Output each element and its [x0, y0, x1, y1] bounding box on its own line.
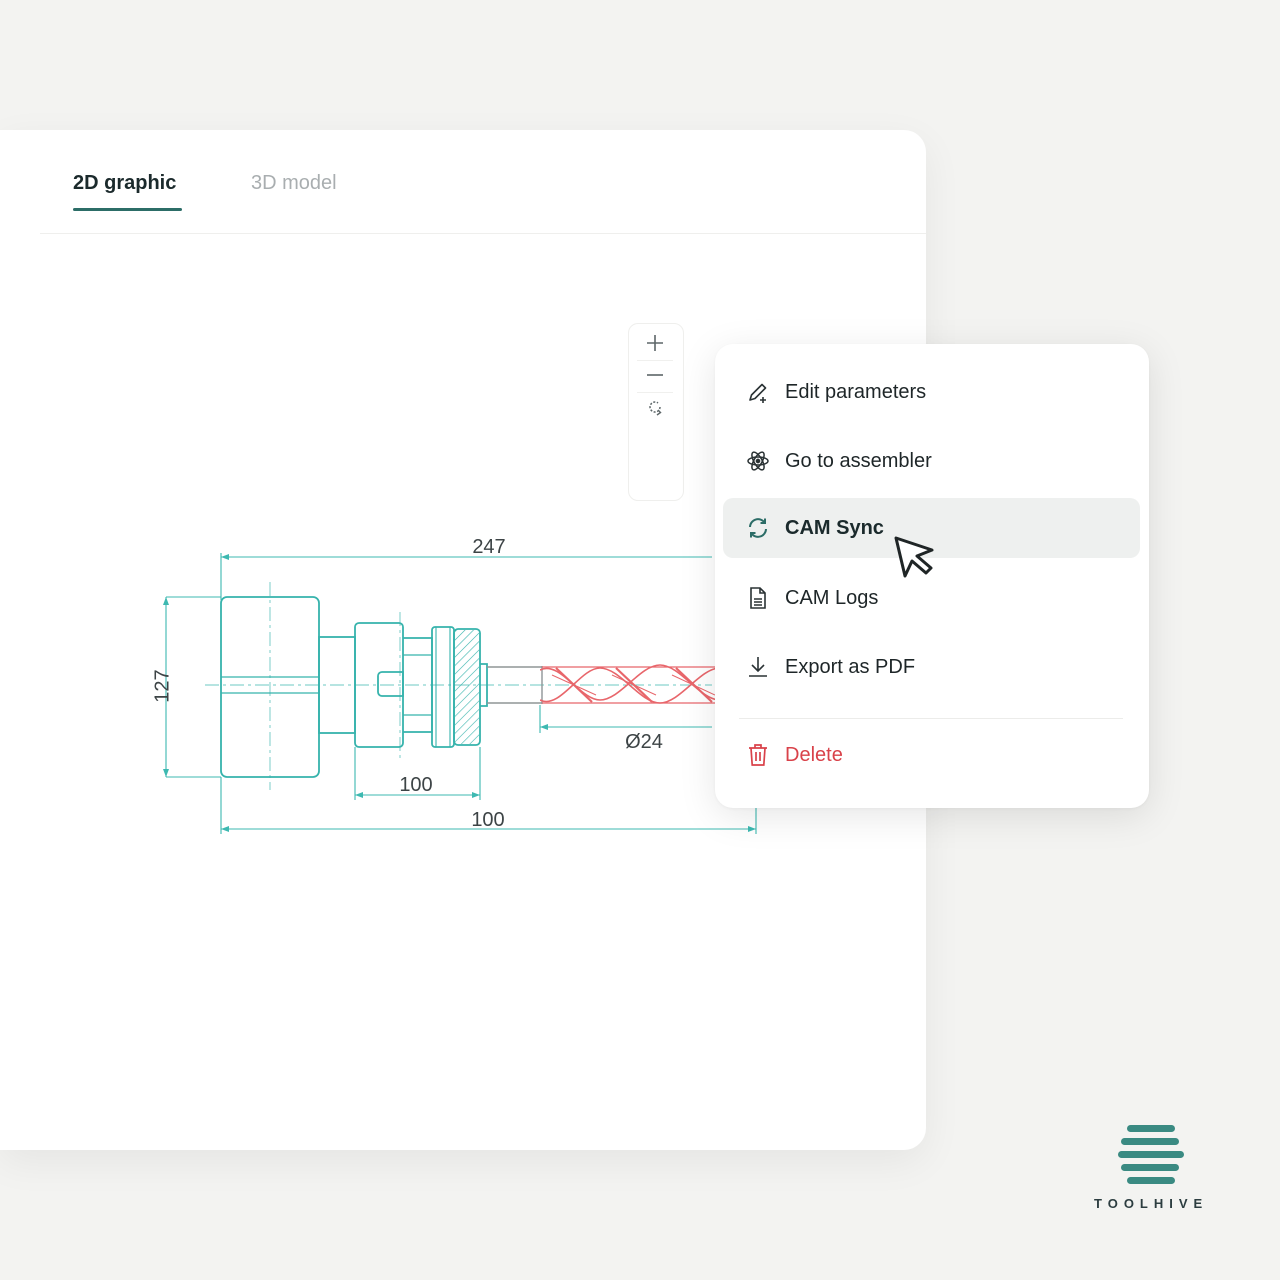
dimension-overall-top: 247: [472, 536, 505, 558]
menu-item-export-pdf[interactable]: Export as PDF: [723, 637, 1140, 697]
assembler-atom-icon: [743, 446, 773, 476]
mouse-pointer-icon: [894, 536, 934, 578]
dimension-diameter: Ø24: [625, 731, 663, 753]
dimension-overall-bottom: 100: [471, 809, 504, 831]
dimension-collet-length: 100: [399, 774, 432, 796]
tool-holder-body: [220, 596, 488, 778]
brand-name: TOOLHIVE: [1094, 1196, 1209, 1211]
sync-icon: [743, 513, 773, 543]
edit-pen-plus-icon: [743, 377, 773, 407]
trash-icon: [743, 740, 773, 770]
drill-flutes: [540, 664, 715, 704]
dimension-height: 127: [151, 669, 173, 702]
download-icon: [743, 652, 773, 682]
menu-item-edit-parameters[interactable]: Edit parameters: [723, 362, 1140, 422]
document-log-icon: [743, 583, 773, 613]
menu-item-go-to-assembler[interactable]: Go to assembler: [723, 431, 1140, 491]
menu-item-delete[interactable]: Delete: [723, 725, 1140, 785]
